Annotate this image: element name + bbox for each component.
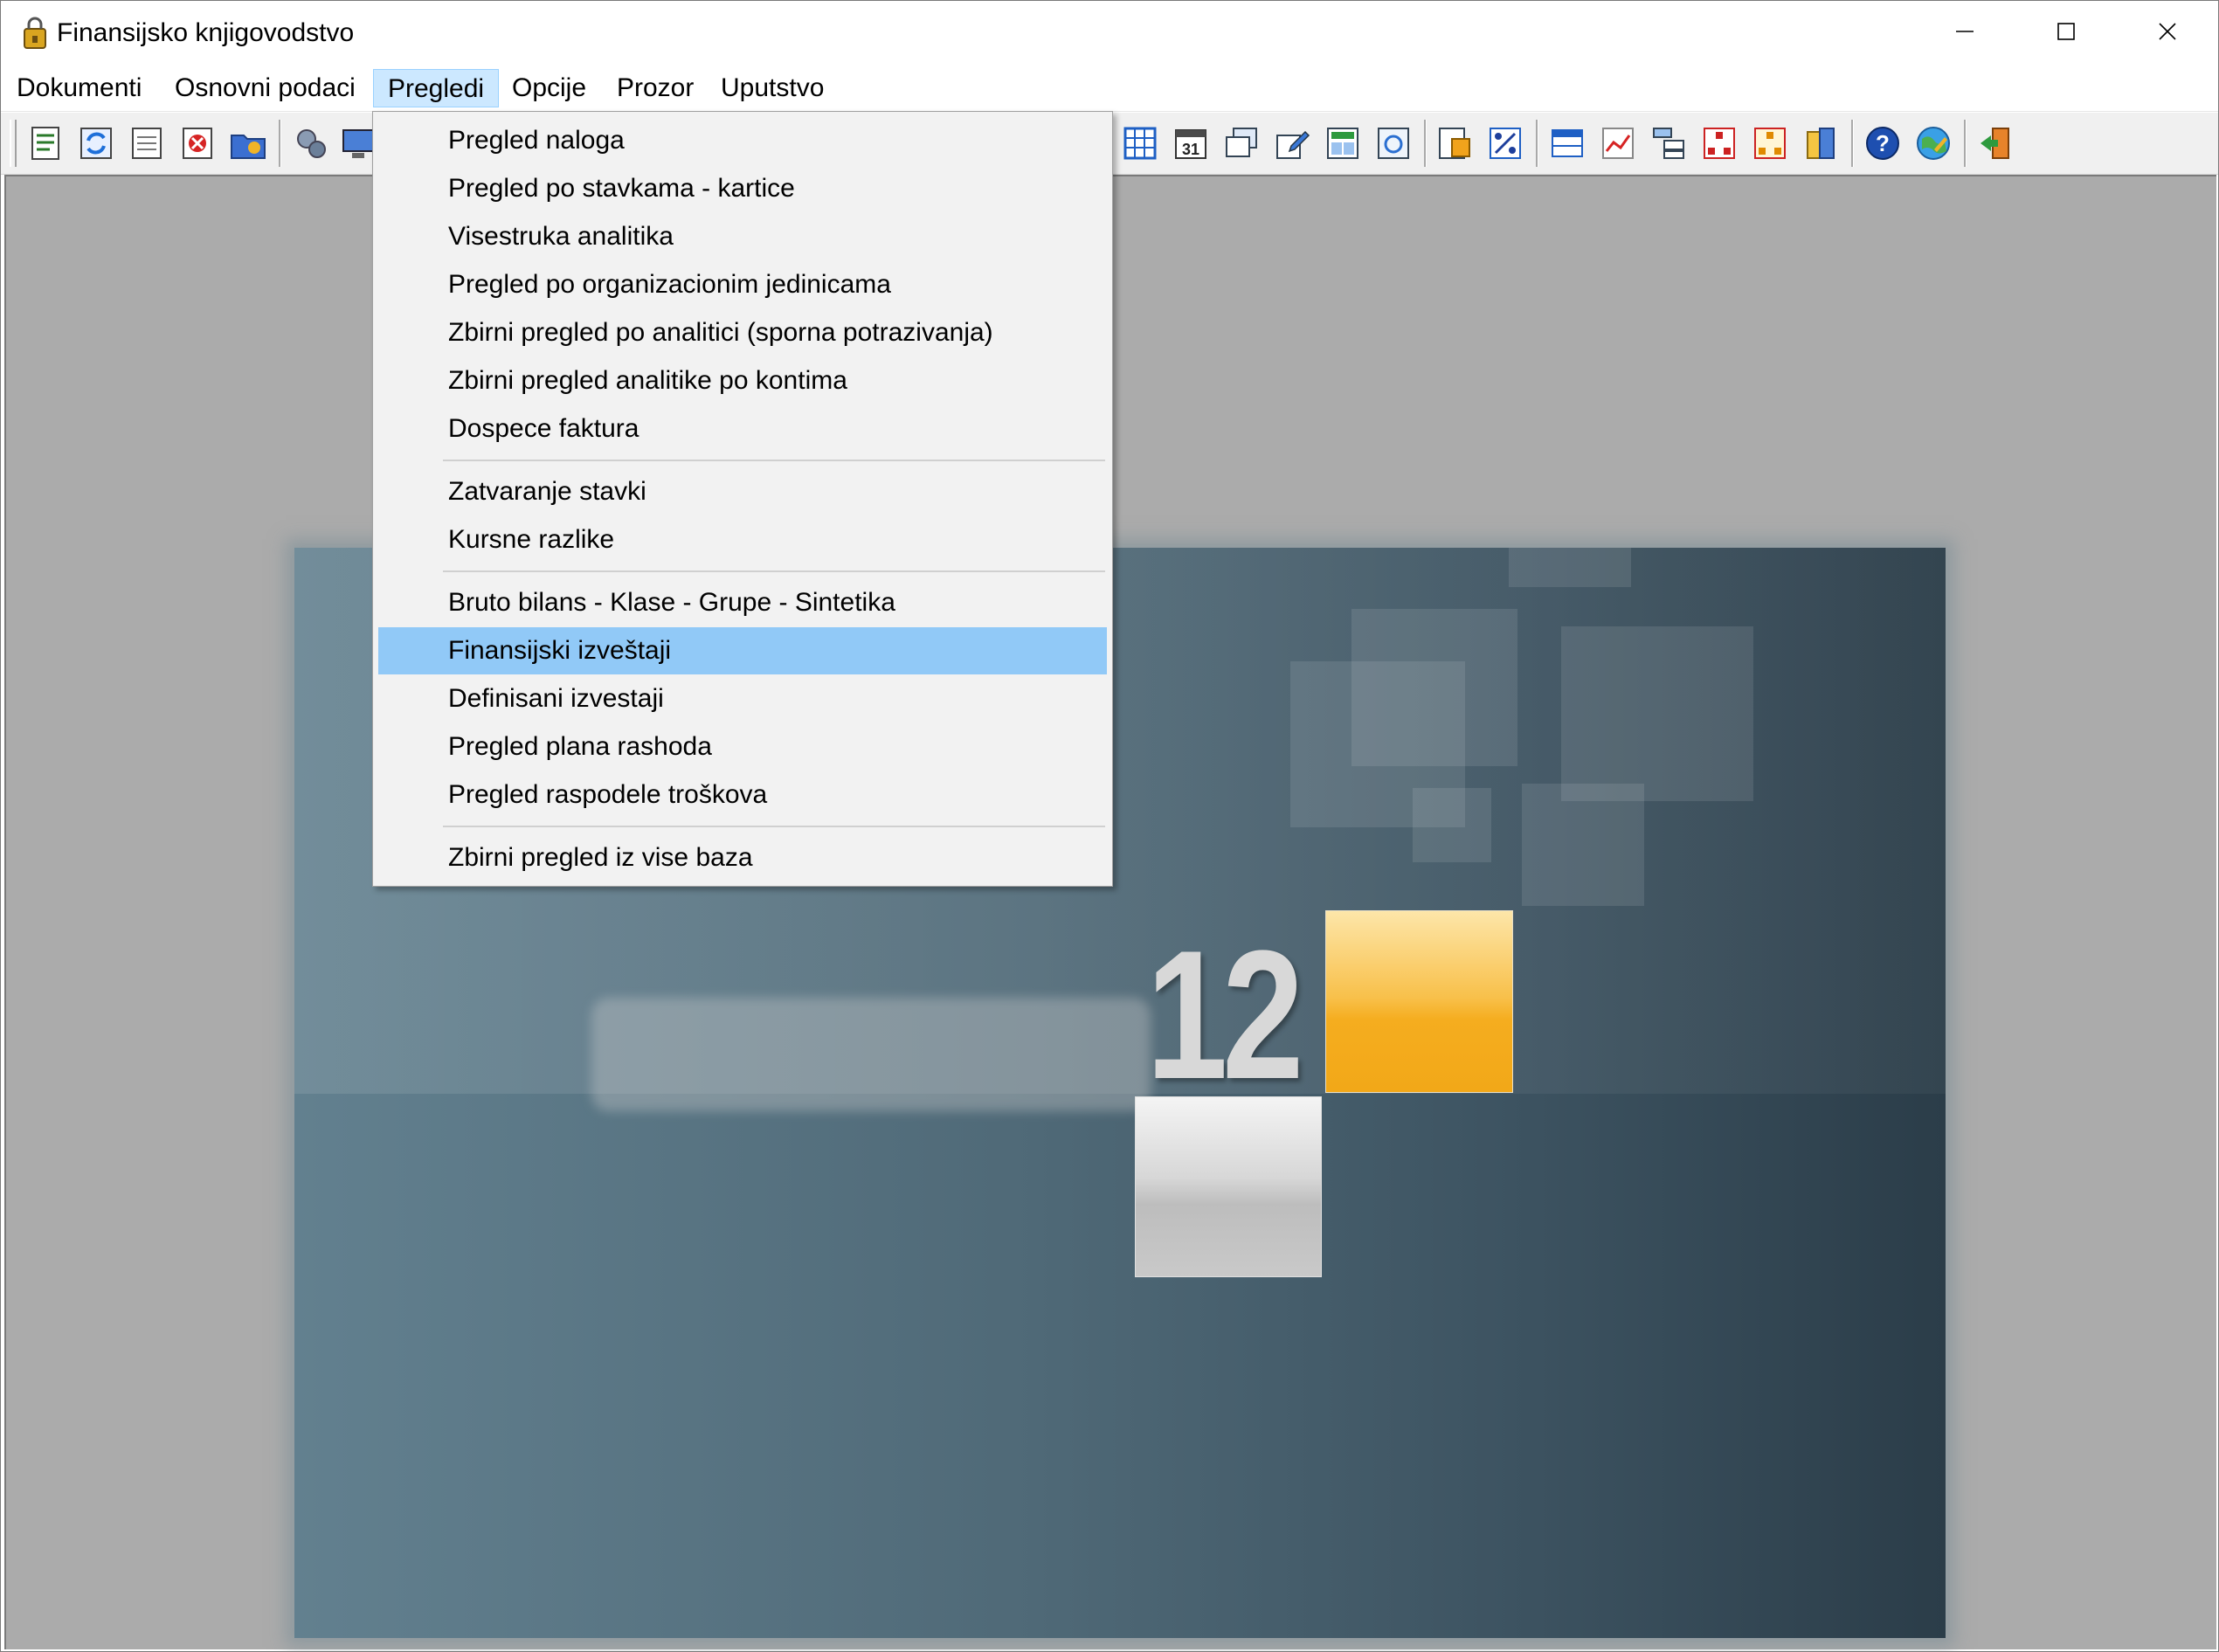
splash-orange-square — [1325, 910, 1513, 1093]
splash-version-number: 12 — [1146, 912, 1303, 1117]
org-chart-alt-icon[interactable] — [1750, 123, 1790, 163]
menu-item-definisani-izvestaji[interactable]: Definisani izvestaji — [378, 675, 1107, 722]
svg-text:31: 31 — [1182, 141, 1199, 158]
pregledi-dropdown-menu: Pregled naloga Pregled po stavkama - kar… — [372, 111, 1113, 887]
grid-report-icon[interactable] — [1323, 123, 1363, 163]
menu-bar: Dokumenti Osnovni podaci Pregledi Opcije… — [1, 66, 2218, 112]
menu-pregledi[interactable]: Pregledi — [373, 69, 500, 107]
close-icon — [2157, 21, 2178, 46]
app-window: Finansijsko knjigovodstvo Dokumenti Osno… — [0, 0, 2219, 1652]
menu-item-pregled-naloga[interactable]: Pregled naloga — [378, 117, 1107, 164]
toolbar-grip[interactable] — [10, 120, 17, 167]
menu-uputstvo[interactable]: Uputstvo — [707, 69, 838, 107]
report-export-icon[interactable] — [1434, 123, 1475, 163]
maximize-button[interactable] — [2015, 1, 2116, 66]
menu-osnovni-podaci[interactable]: Osnovni podaci — [161, 69, 370, 107]
edit-icon[interactable] — [1272, 123, 1312, 163]
title-bar[interactable]: Finansijsko knjigovodstvo — [1, 1, 2218, 66]
menu-item-pregled-raspodele-troskova[interactable]: Pregled raspodele troškova — [378, 771, 1107, 819]
menu-separator — [443, 826, 1105, 827]
close-button[interactable] — [2117, 1, 2217, 66]
folder-gear-icon[interactable] — [228, 123, 268, 163]
chart-view-icon[interactable] — [1373, 123, 1414, 163]
minimize-icon — [1954, 21, 1975, 46]
line-chart-icon[interactable] — [1598, 123, 1638, 163]
refresh-icon[interactable] — [76, 123, 116, 163]
percent-icon[interactable] — [1485, 123, 1525, 163]
menu-item-finansijski-izvestaji[interactable]: Finansijski izveštaji — [378, 627, 1107, 674]
settings-gear-icon[interactable] — [291, 123, 331, 163]
tree-icon[interactable] — [1649, 123, 1689, 163]
app-lock-icon — [22, 17, 48, 50]
ledger-icon[interactable] — [127, 123, 167, 163]
minimize-button[interactable] — [1914, 1, 2015, 66]
menu-item-pregled-po-org-jedinicama[interactable]: Pregled po organizacionim jedinicama — [378, 261, 1107, 308]
menu-dokumenti[interactable]: Dokumenti — [3, 69, 156, 107]
menu-item-pregled-plana-rashoda[interactable]: Pregled plana rashoda — [378, 723, 1107, 771]
menu-item-zbirni-pregled-po-analitici[interactable]: Zbirni pregled po analitici (sporna potr… — [378, 309, 1107, 356]
menu-item-pregled-po-stavkama[interactable]: Pregled po stavkama - kartice — [378, 165, 1107, 212]
org-chart-icon[interactable] — [1699, 123, 1739, 163]
menu-prozor[interactable]: Prozor — [603, 69, 708, 107]
menu-separator — [443, 460, 1105, 461]
menu-separator — [443, 570, 1105, 572]
database-icon[interactable] — [1801, 123, 1841, 163]
menu-opcije[interactable]: Opcije — [498, 69, 600, 107]
exit-icon[interactable] — [1975, 123, 2015, 163]
menu-item-zbirni-pregled-analitike[interactable]: Zbirni pregled analitike po kontima — [378, 357, 1107, 404]
menu-item-zatvaranje-stavki[interactable]: Zatvaranje stavki — [378, 468, 1107, 515]
menu-item-bruto-bilans[interactable]: Bruto bilans - Klase - Grupe - Sintetika — [378, 579, 1107, 626]
menu-item-dospece-faktura[interactable]: Dospece faktura — [378, 405, 1107, 453]
splash-gray-square — [1135, 1096, 1322, 1277]
windows-icon[interactable] — [1221, 123, 1262, 163]
columns-icon[interactable] — [1547, 123, 1587, 163]
window-title: Finansijsko knjigovodstvo — [57, 18, 355, 47]
table-icon[interactable] — [1120, 123, 1160, 163]
calendar-icon[interactable]: 31 — [1171, 123, 1211, 163]
svg-text:?: ? — [1876, 130, 1890, 156]
menu-item-kursne-razlike[interactable]: Kursne razlike — [378, 516, 1107, 563]
help-icon[interactable]: ? — [1863, 123, 1903, 163]
maximize-icon — [2056, 21, 2077, 46]
delete-document-icon[interactable] — [177, 123, 218, 163]
menu-item-zbirni-pregled-iz-vise-baza[interactable]: Zbirni pregled iz vise baza — [378, 834, 1107, 881]
document-list-icon[interactable] — [25, 123, 66, 163]
globe-icon[interactable] — [1913, 123, 1953, 163]
menu-item-visestruka-analitika[interactable]: Visestruka analitika — [378, 213, 1107, 260]
